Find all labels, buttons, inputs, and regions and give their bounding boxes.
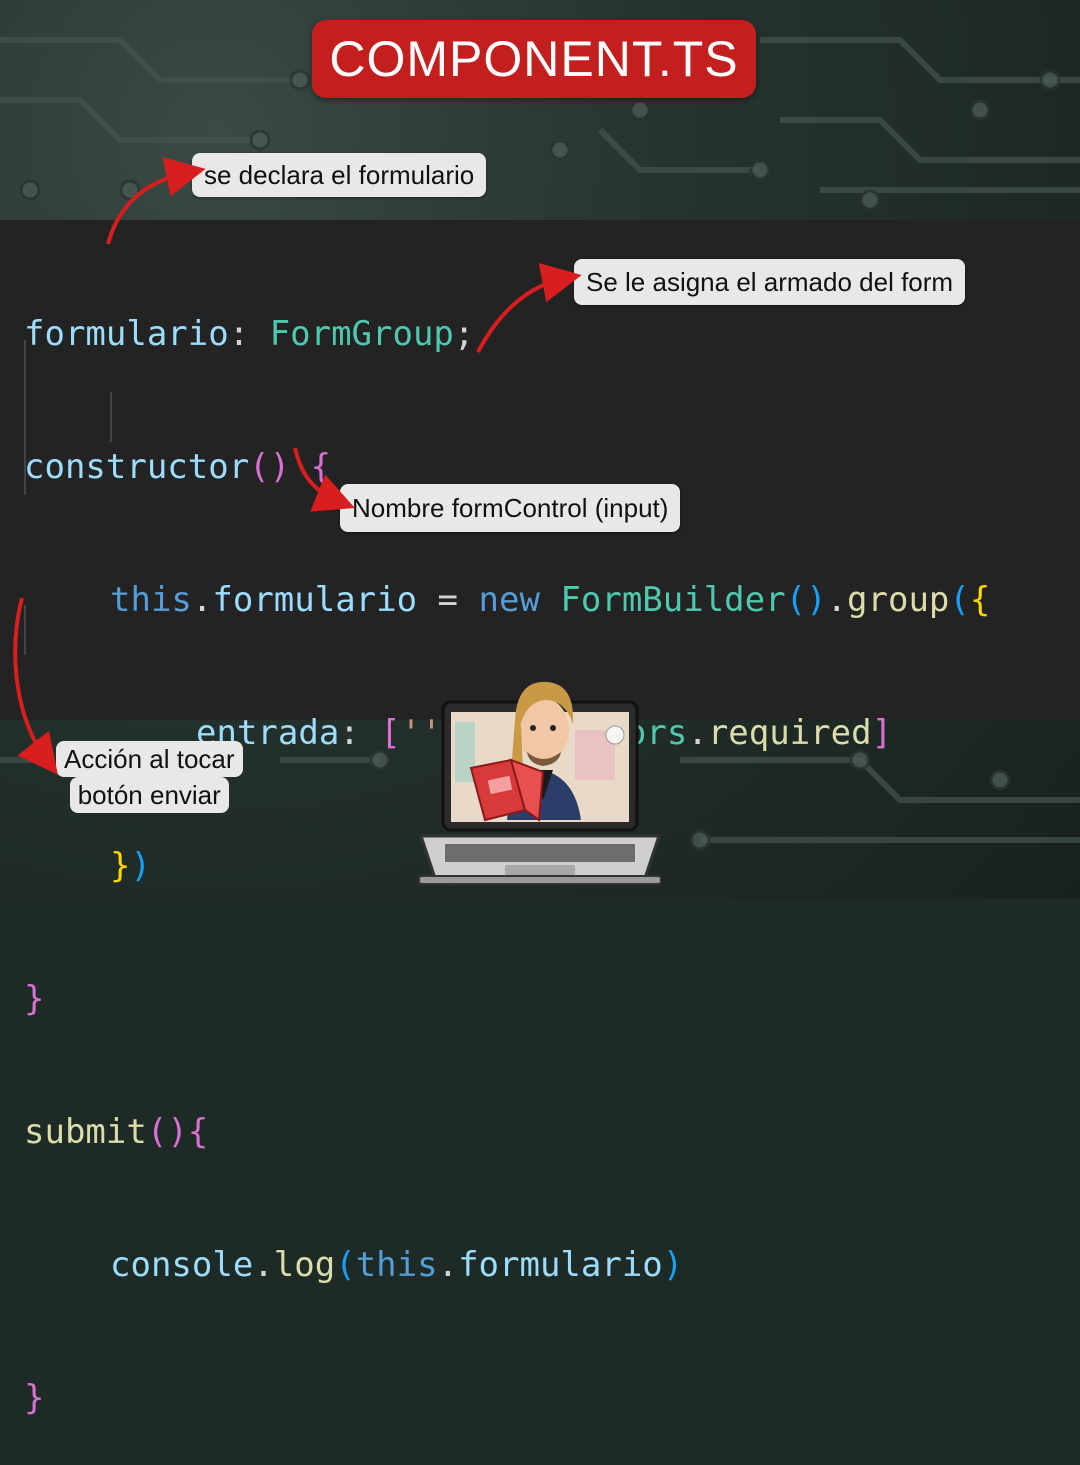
annotation-submit-line1: Acción al tocar <box>56 741 243 777</box>
code-line-7: submit(){ <box>24 1112 209 1152</box>
annotation-control-name: Nombre formControl (input) <box>340 484 681 532</box>
code-line-1: formulario: FormGroup; <box>24 314 475 354</box>
annotation-declare: se declara el formulario <box>192 153 487 197</box>
code-line-3: this.formulario = new FormBuilder().grou… <box>110 580 991 620</box>
laptop-avatar-illustration <box>418 681 662 885</box>
title-banner: COMPONENT.TS <box>312 20 756 98</box>
annotation-submit-line2: botón enviar <box>69 777 229 813</box>
annotation-assign: Se le asigna el armado del form <box>574 259 966 305</box>
annotation-submit-action: Acción al tocar botón enviar <box>46 739 253 815</box>
code-line-8: console.log(this.formulario) <box>110 1245 684 1285</box>
code-line-9: } <box>24 1378 45 1418</box>
code-line-6: } <box>24 979 45 1019</box>
